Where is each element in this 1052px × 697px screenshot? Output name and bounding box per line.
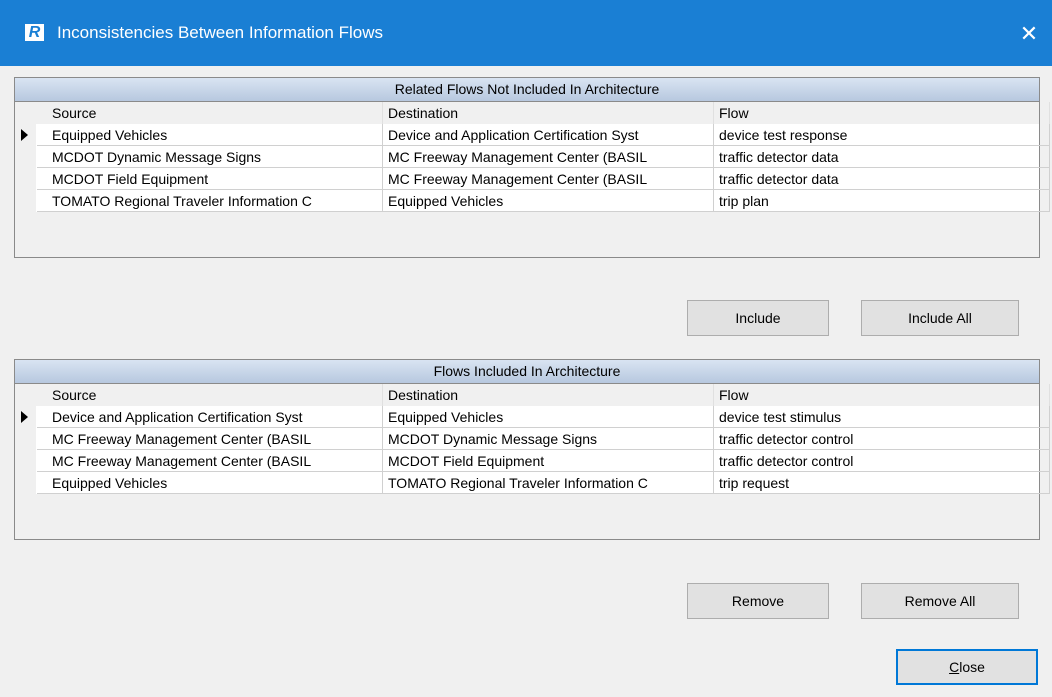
table-row[interactable]: MCDOT Dynamic Message Signs MC Freeway M… (15, 146, 1050, 168)
cell-source[interactable]: MCDOT Field Equipment (37, 168, 383, 190)
table-row[interactable]: Equipped Vehicles Device and Application… (15, 124, 1050, 146)
remove-all-button[interactable]: Remove All (861, 583, 1019, 619)
cell-destination[interactable]: MC Freeway Management Center (BASIL (383, 168, 714, 190)
include-button[interactable]: Include (687, 300, 829, 336)
column-header-flow[interactable]: Flow (714, 102, 1050, 124)
cell-flow[interactable]: device test stimulus (714, 406, 1050, 428)
close-mnemonic: C (949, 659, 960, 675)
grid-empty-area (15, 494, 1039, 539)
column-header-destination[interactable]: Destination (383, 384, 714, 406)
cell-source[interactable]: MC Freeway Management Center (BASIL (37, 428, 383, 450)
cell-destination[interactable]: MCDOT Dynamic Message Signs (383, 428, 714, 450)
cell-flow[interactable]: traffic detector control (714, 428, 1050, 450)
row-selector[interactable] (15, 146, 36, 168)
cell-flow[interactable]: trip plan (714, 190, 1050, 212)
table-row[interactable]: MC Freeway Management Center (BASIL MCDO… (15, 428, 1050, 450)
table-row[interactable]: Equipped Vehicles TOMATO Regional Travel… (15, 472, 1050, 494)
title-bar: R Inconsistencies Between Information Fl… (0, 0, 1052, 66)
included-flows-caption: Flows Included In Architecture (15, 360, 1039, 384)
grid-empty-area (15, 212, 1039, 257)
included-flows-grid: Flows Included In Architecture Source De… (14, 359, 1050, 540)
cell-flow[interactable]: traffic detector control (714, 450, 1050, 472)
related-flows-caption: Related Flows Not Included In Architectu… (15, 78, 1039, 102)
table-row[interactable]: TOMATO Regional Traveler Information C E… (15, 190, 1050, 212)
column-header-destination[interactable]: Destination (383, 102, 714, 124)
cell-flow[interactable]: trip request (714, 472, 1050, 494)
related-flows-grid: Related Flows Not Included In Architectu… (14, 77, 1050, 258)
window-title: Inconsistencies Between Information Flow… (57, 23, 383, 42)
cell-destination[interactable]: MC Freeway Management Center (BASIL (383, 146, 714, 168)
current-row-arrow-icon (21, 411, 28, 423)
row-selector[interactable] (15, 428, 36, 450)
cell-flow[interactable]: traffic detector data (714, 146, 1050, 168)
table-row[interactable]: Device and Application Certification Sys… (15, 406, 1050, 428)
row-selector[interactable] (15, 190, 36, 212)
table-row[interactable]: MC Freeway Management Center (BASIL MCDO… (15, 450, 1050, 472)
included-flows-header: Source Destination Flow (15, 384, 1050, 406)
row-selector[interactable] (15, 124, 36, 146)
cell-flow[interactable]: traffic detector data (714, 168, 1050, 190)
cell-source[interactable]: TOMATO Regional Traveler Information C (37, 190, 383, 212)
close-window-icon[interactable]: ✕ (1006, 14, 1052, 54)
cell-source[interactable]: MCDOT Dynamic Message Signs (37, 146, 383, 168)
remove-button[interactable]: Remove (687, 583, 829, 619)
column-header-source[interactable]: Source (37, 102, 383, 124)
related-flows-header: Source Destination Flow (15, 102, 1050, 124)
include-all-button[interactable]: Include All (861, 300, 1019, 336)
app-icon: R (25, 24, 44, 41)
cell-destination[interactable]: MCDOT Field Equipment (383, 450, 714, 472)
row-selector[interactable] (15, 168, 36, 190)
cell-source[interactable]: MC Freeway Management Center (BASIL (37, 450, 383, 472)
cell-destination[interactable]: Device and Application Certification Sys… (383, 124, 714, 146)
column-header-flow[interactable]: Flow (714, 384, 1050, 406)
row-selector[interactable] (15, 406, 36, 428)
cell-flow[interactable]: device test response (714, 124, 1050, 146)
close-label-rest: lose (959, 659, 985, 675)
row-selector[interactable] (15, 450, 36, 472)
cell-destination[interactable]: Equipped Vehicles (383, 190, 714, 212)
cell-destination[interactable]: TOMATO Regional Traveler Information C (383, 472, 714, 494)
cell-source[interactable]: Equipped Vehicles (37, 472, 383, 494)
close-button[interactable]: Close (896, 649, 1038, 685)
cell-destination[interactable]: Equipped Vehicles (383, 406, 714, 428)
cell-source[interactable]: Equipped Vehicles (37, 124, 383, 146)
row-selector[interactable] (15, 472, 36, 494)
column-header-source[interactable]: Source (37, 384, 383, 406)
cell-source[interactable]: Device and Application Certification Sys… (37, 406, 383, 428)
table-row[interactable]: MCDOT Field Equipment MC Freeway Managem… (15, 168, 1050, 190)
current-row-arrow-icon (21, 129, 28, 141)
